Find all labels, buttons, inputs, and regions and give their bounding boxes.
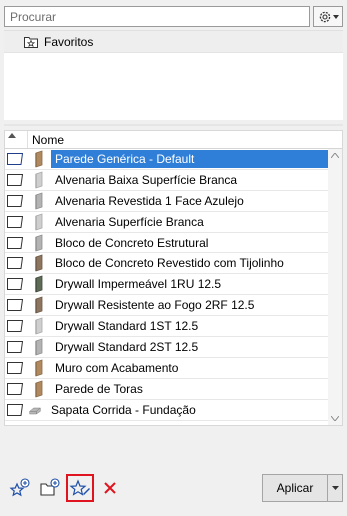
list-item-label: Parede Genérica - Default (50, 149, 330, 168)
favorites-folder[interactable]: Favoritos (4, 31, 343, 53)
foundation-icon (29, 401, 41, 419)
favorite-checkbox[interactable] (6, 152, 24, 166)
delete-x-icon (104, 482, 116, 494)
list-item-label: Drywall Standard 2ST 12.5 (55, 339, 199, 354)
scroll-down-icon[interactable] (331, 416, 339, 421)
favorite-checkbox[interactable] (6, 173, 24, 187)
list-item[interactable]: Drywall Resistente ao Fogo 2RF 12.5 (5, 295, 330, 317)
list-item-label: Alvenaria Superfície Branca (55, 214, 204, 229)
list-item-label: Sapata Corrida - Fundação (51, 402, 196, 417)
sort-toggle[interactable] (5, 131, 27, 149)
list-item-label: Drywall Impermeável 1RU 12.5 (55, 277, 222, 292)
list-item[interactable]: Bloco de Concreto Revestido com Tijolinh… (5, 253, 330, 275)
list-item-label: Parede de Toras (55, 381, 143, 396)
options-button[interactable] (313, 6, 343, 27)
list-item-label: Alvenaria Revestida 1 Face Azulejo (55, 193, 244, 208)
wall-type-list: Nome Parede Genérica - Default Alvenaria … (4, 130, 343, 426)
wall-swatch-icon (33, 254, 45, 272)
favorites-panel: Favoritos (4, 30, 343, 120)
list-item[interactable]: Drywall Standard 1ST 12.5 (5, 316, 330, 338)
column-header-name[interactable]: Nome (27, 131, 64, 148)
star-edit-icon (69, 479, 90, 496)
list-item[interactable]: Drywall Standard 2ST 12.5 (5, 337, 330, 358)
favorite-checkbox[interactable] (6, 403, 24, 417)
list-item-label: Drywall Resistente ao Fogo 2RF 12.5 (55, 298, 255, 313)
list-item-label: Bloco de Concreto Estrutural (55, 235, 209, 250)
folder-add-icon (40, 478, 60, 496)
bottom-toolbar: Aplicar (0, 470, 347, 510)
list-header: Nome (5, 131, 342, 149)
vertical-scrollbar[interactable] (328, 149, 342, 425)
list-rows: Parede Genérica - Default Alvenaria Baixa… (5, 149, 330, 421)
sort-up-icon (8, 132, 16, 138)
wall-swatch-icon (33, 171, 45, 189)
wall-swatch-icon (33, 150, 45, 168)
favorite-checkbox[interactable] (6, 319, 24, 333)
favorite-checkbox[interactable] (6, 256, 24, 270)
apply-split-button: Aplicar (262, 474, 343, 502)
search-input[interactable] (4, 6, 310, 27)
wall-swatch-icon (33, 275, 45, 293)
splitter[interactable] (4, 124, 343, 126)
apply-button[interactable]: Aplicar (263, 475, 328, 501)
list-item[interactable]: Alvenaria Revestida 1 Face Azulejo (5, 191, 330, 212)
wall-swatch-icon (33, 338, 45, 356)
wall-swatch-icon (33, 213, 45, 231)
favorite-checkbox[interactable] (6, 194, 24, 208)
favorites-label: Favoritos (44, 34, 94, 49)
favorite-checkbox[interactable] (6, 361, 24, 375)
list-item-label: Bloco de Concreto Revestido com Tijolinh… (55, 256, 284, 271)
favorite-checkbox[interactable] (6, 298, 24, 312)
list-item-label: Muro com Acabamento (55, 360, 179, 375)
chevron-down-icon (331, 486, 339, 490)
wall-swatch-icon (33, 192, 45, 210)
list-item[interactable]: Alvenaria Baixa Superfície Branca (5, 170, 330, 191)
list-item[interactable]: Muro com Acabamento (5, 358, 330, 379)
list-item[interactable]: Sapata Corrida - Fundação (5, 400, 330, 421)
favorite-checkbox[interactable] (6, 340, 24, 354)
star-add-icon (9, 478, 30, 497)
list-item[interactable]: Drywall Impermeável 1RU 12.5 (5, 274, 330, 296)
list-item[interactable]: Parede Genérica - Default (5, 149, 330, 170)
apply-label: Aplicar (276, 481, 314, 495)
chevron-down-icon (332, 14, 339, 19)
list-item-label: Alvenaria Baixa Superfície Branca (55, 172, 238, 187)
favorite-checkbox[interactable] (6, 215, 24, 229)
list-item[interactable]: Parede de Toras (5, 379, 330, 400)
favorite-checkbox[interactable] (6, 277, 24, 291)
scroll-up-icon[interactable] (331, 153, 339, 158)
edit-favorite-button[interactable] (66, 474, 94, 502)
favorite-checkbox[interactable] (6, 382, 24, 396)
add-favorite-button[interactable] (8, 476, 32, 500)
apply-dropdown[interactable] (328, 475, 342, 501)
wall-swatch-icon (33, 359, 45, 377)
wall-swatch-icon (33, 380, 45, 398)
list-item-label: Drywall Standard 1ST 12.5 (55, 319, 199, 334)
list-item[interactable]: Bloco de Concreto Estrutural (5, 233, 330, 254)
delete-button[interactable] (98, 476, 122, 500)
favorite-checkbox[interactable] (6, 236, 24, 250)
wall-swatch-icon (33, 317, 45, 335)
gear-icon (319, 11, 330, 22)
favorites-folder-icon (24, 36, 38, 48)
search-row (4, 6, 343, 28)
new-folder-button[interactable] (38, 476, 62, 500)
wall-swatch-icon (33, 296, 45, 314)
list-item[interactable]: Alvenaria Superfície Branca (5, 212, 330, 233)
wall-swatch-icon (33, 233, 45, 252)
